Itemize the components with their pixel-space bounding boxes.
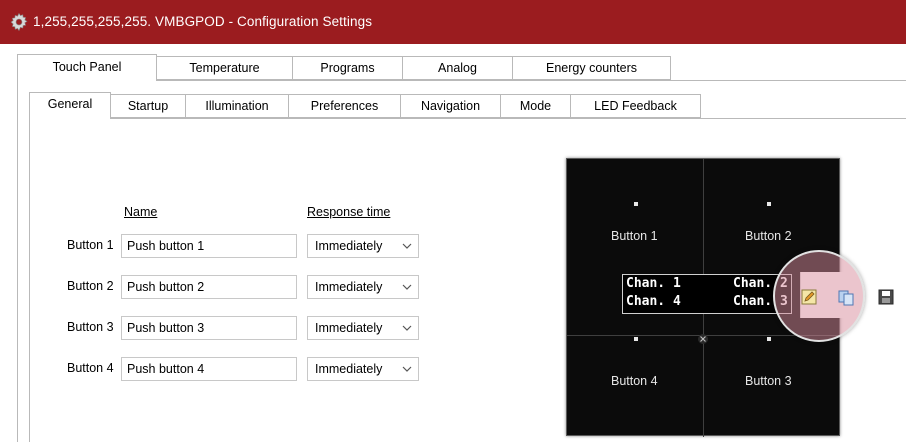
center-x-icon: [698, 334, 708, 344]
tab-mode[interactable]: Mode: [500, 94, 571, 118]
tab-navigation[interactable]: Navigation: [400, 94, 501, 118]
button-3-name-input[interactable]: [121, 316, 297, 340]
preview-button-3[interactable]: Button 3: [745, 374, 792, 388]
led-indicator-3: [767, 337, 771, 341]
button-2-response-select[interactable]: Immediately: [307, 275, 419, 299]
button-2-label: Button 2: [67, 279, 114, 293]
button-4-name-input[interactable]: [121, 357, 297, 381]
button-3-response-value: Immediately: [315, 321, 383, 335]
tab-analog[interactable]: Analog: [402, 56, 513, 80]
chevron-down-icon: [402, 366, 412, 372]
tab-touch-panel[interactable]: Touch Panel: [17, 54, 157, 81]
tab-startup[interactable]: Startup: [110, 94, 186, 118]
window-title: 1,255,255,255,255. VMBGPOD - Configurati…: [33, 14, 373, 29]
response-time-column-header: Response time: [307, 205, 391, 219]
preview-button-1[interactable]: Button 1: [611, 229, 658, 243]
button-1-response-select[interactable]: Immediately: [307, 234, 419, 258]
gear-icon: [10, 12, 28, 32]
tab-preferences[interactable]: Preferences: [288, 94, 401, 118]
led-indicator-1: [634, 202, 638, 206]
chevron-down-icon: [402, 284, 412, 290]
tab-general[interactable]: General: [29, 92, 111, 119]
title-bar: 1,255,255,255,255. VMBGPOD - Configurati…: [0, 0, 906, 44]
button-3-response-select[interactable]: Immediately: [307, 316, 419, 340]
button-1-response-value: Immediately: [315, 239, 383, 253]
name-column-header: Name: [124, 205, 158, 219]
chevron-down-icon: [402, 325, 412, 331]
led-indicator-4: [634, 337, 638, 341]
led-indicator-2: [767, 202, 771, 206]
chan-4-text: Chan. 4: [626, 294, 681, 309]
button-3-label: Button 3: [67, 320, 114, 334]
chevron-down-icon: [402, 243, 412, 249]
button-1-name-input[interactable]: [121, 234, 297, 258]
preview-button-4[interactable]: Button 4: [611, 374, 658, 388]
tab-energy-counters[interactable]: Energy counters: [512, 56, 671, 80]
button-2-name-input[interactable]: [121, 275, 297, 299]
tab-illumination[interactable]: Illumination: [185, 94, 289, 118]
preview-button-2[interactable]: Button 2: [745, 229, 792, 243]
button-4-response-select[interactable]: Immediately: [307, 357, 419, 381]
button-4-response-value: Immediately: [315, 362, 383, 376]
edit-icon[interactable]: [799, 287, 819, 307]
tab-led-feedback[interactable]: LED Feedback: [570, 94, 701, 118]
button-4-label: Button 4: [67, 361, 114, 375]
button-1-label: Button 1: [67, 238, 114, 252]
tab-temperature[interactable]: Temperature: [156, 56, 293, 80]
chan-1-text: Chan. 1: [626, 276, 681, 291]
button-2-response-value: Immediately: [315, 280, 383, 294]
copy-icon[interactable]: [836, 287, 856, 307]
tab-programs[interactable]: Programs: [292, 56, 403, 80]
channel-display: Chan. 1 Chan. 4 Chan. 2 Chan. 3: [622, 274, 792, 314]
save-icon[interactable]: [876, 287, 896, 307]
